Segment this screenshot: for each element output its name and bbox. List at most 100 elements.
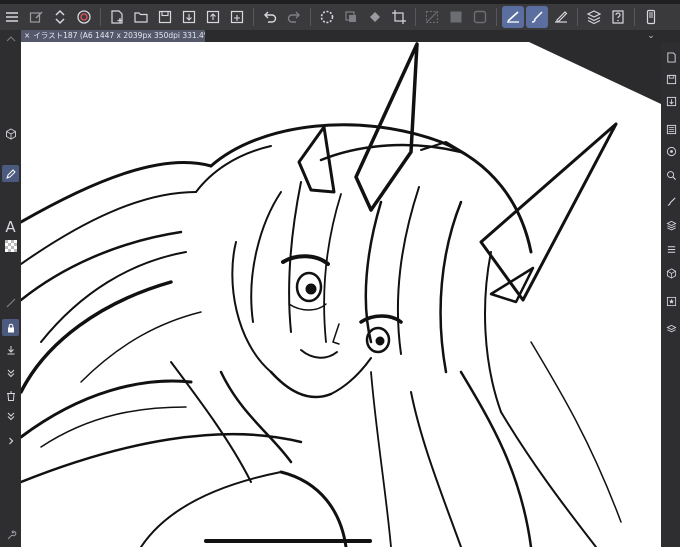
ruler-snap-icon bbox=[507, 11, 519, 23]
right-new-button[interactable] bbox=[664, 50, 678, 64]
brush-icon bbox=[667, 196, 676, 206]
layers-icon bbox=[665, 220, 677, 230]
open-button[interactable] bbox=[130, 6, 152, 28]
tool-collapse-button[interactable] bbox=[2, 30, 19, 47]
toolbar-divider bbox=[253, 8, 254, 26]
share-button[interactable] bbox=[226, 6, 248, 28]
selection-outline-button[interactable] bbox=[469, 6, 491, 28]
chevron-right-icon bbox=[8, 437, 13, 444]
color-wheel-icon bbox=[666, 146, 676, 156]
import-button[interactable] bbox=[202, 6, 224, 28]
save-button[interactable] bbox=[154, 6, 176, 28]
panel-toggle-button[interactable]: ⌄ bbox=[644, 30, 658, 42]
search-icon bbox=[666, 170, 676, 180]
undo-icon bbox=[264, 11, 277, 23]
companion-button[interactable] bbox=[73, 6, 95, 28]
line-art-illustration[interactable] bbox=[21, 42, 661, 547]
tool-panel: A bbox=[0, 30, 21, 547]
toolbar-divider bbox=[310, 8, 311, 26]
material-icon bbox=[665, 324, 677, 332]
right-3d-button[interactable] bbox=[664, 266, 678, 280]
wrench-icon bbox=[7, 529, 16, 539]
fill-icon bbox=[370, 12, 380, 22]
cube-icon bbox=[666, 267, 676, 279]
pen-tool-icon bbox=[5, 168, 16, 179]
transform-button[interactable] bbox=[388, 6, 410, 28]
selection-outline-icon bbox=[473, 10, 487, 24]
palette-icon bbox=[666, 124, 676, 134]
tool-3d-button[interactable] bbox=[2, 125, 19, 142]
download-icon bbox=[7, 345, 14, 354]
help-button[interactable] bbox=[607, 6, 629, 28]
tool-eraser-button[interactable] bbox=[2, 294, 19, 311]
redo-button[interactable] bbox=[283, 6, 305, 28]
new-button[interactable] bbox=[106, 6, 128, 28]
right-color-wheel-button[interactable] bbox=[664, 144, 678, 158]
import-icon bbox=[206, 10, 220, 24]
layer-delete-button[interactable] bbox=[2, 387, 19, 404]
panel-expand-button[interactable] bbox=[2, 432, 19, 449]
drawing-canvas[interactable] bbox=[21, 42, 661, 547]
tab-close-button[interactable]: × bbox=[24, 30, 30, 42]
redo-icon bbox=[287, 11, 300, 23]
save-icon bbox=[666, 74, 676, 84]
invert-selection-icon bbox=[450, 11, 462, 23]
ruler-snap-button[interactable] bbox=[502, 6, 524, 28]
help-icon bbox=[612, 10, 624, 24]
right-palette-button[interactable] bbox=[664, 122, 678, 136]
export-icon bbox=[182, 10, 196, 24]
fill-button[interactable] bbox=[364, 6, 386, 28]
device-button[interactable] bbox=[640, 6, 662, 28]
right-material-button[interactable] bbox=[664, 322, 678, 336]
layer-merge-button[interactable] bbox=[2, 364, 19, 381]
tool-text-button[interactable]: A bbox=[2, 218, 19, 236]
share-icon bbox=[230, 10, 244, 24]
toolbar-divider bbox=[634, 8, 635, 26]
right-brush-button[interactable] bbox=[664, 194, 678, 208]
trash-icon bbox=[6, 391, 15, 401]
layer-lock-button[interactable] bbox=[2, 319, 19, 336]
file-icon bbox=[666, 51, 676, 63]
layer-3d-button[interactable] bbox=[583, 6, 605, 28]
hamburger-icon bbox=[6, 12, 18, 22]
clear-button[interactable] bbox=[340, 6, 362, 28]
right-layer-property-button[interactable] bbox=[664, 242, 678, 256]
menu-button[interactable] bbox=[1, 6, 23, 28]
loading-button[interactable] bbox=[316, 6, 338, 28]
folder-icon bbox=[134, 12, 148, 23]
settings-button[interactable] bbox=[2, 526, 19, 543]
right-save-button[interactable] bbox=[664, 72, 678, 86]
merge-down-icon bbox=[7, 369, 14, 377]
right-export-button[interactable] bbox=[664, 94, 678, 108]
edit-button[interactable] bbox=[25, 6, 47, 28]
transparent-color-swatch[interactable] bbox=[2, 237, 19, 254]
pen-snap-button[interactable] bbox=[550, 6, 572, 28]
right-favorites-button[interactable] bbox=[664, 294, 678, 308]
deselect-button[interactable] bbox=[421, 6, 443, 28]
reorder-button[interactable] bbox=[49, 6, 71, 28]
home-indicator bbox=[204, 539, 372, 543]
layer-property-icon bbox=[667, 245, 675, 253]
right-layer-button[interactable] bbox=[664, 218, 678, 232]
save-icon bbox=[158, 10, 172, 24]
brush-snap-button[interactable] bbox=[526, 6, 548, 28]
tool-pen-button[interactable] bbox=[2, 165, 19, 182]
document-tab-label: イラスト187 (A6 1447 x 2039px 350dpi 331.4%) bbox=[33, 31, 205, 40]
slash-icon bbox=[6, 298, 15, 307]
star-icon bbox=[666, 296, 676, 306]
undo-button[interactable] bbox=[259, 6, 281, 28]
export-button[interactable] bbox=[178, 6, 200, 28]
right-search-button[interactable] bbox=[664, 168, 678, 182]
transparent-swatch-icon bbox=[4, 239, 17, 252]
transform-icon bbox=[392, 10, 406, 24]
layer-download-button[interactable] bbox=[2, 341, 19, 358]
invert-selection-button[interactable] bbox=[445, 6, 467, 28]
toolbar-divider bbox=[496, 8, 497, 26]
layer-combine-button[interactable] bbox=[2, 407, 19, 424]
new-file-icon bbox=[111, 10, 123, 24]
spinner-icon bbox=[320, 10, 334, 24]
edit-icon bbox=[29, 11, 43, 23]
document-tab[interactable]: × イラスト187 (A6 1447 x 2039px 350dpi 331.4%… bbox=[21, 30, 205, 42]
merge-icon bbox=[7, 412, 14, 420]
brush-icon bbox=[531, 11, 543, 23]
